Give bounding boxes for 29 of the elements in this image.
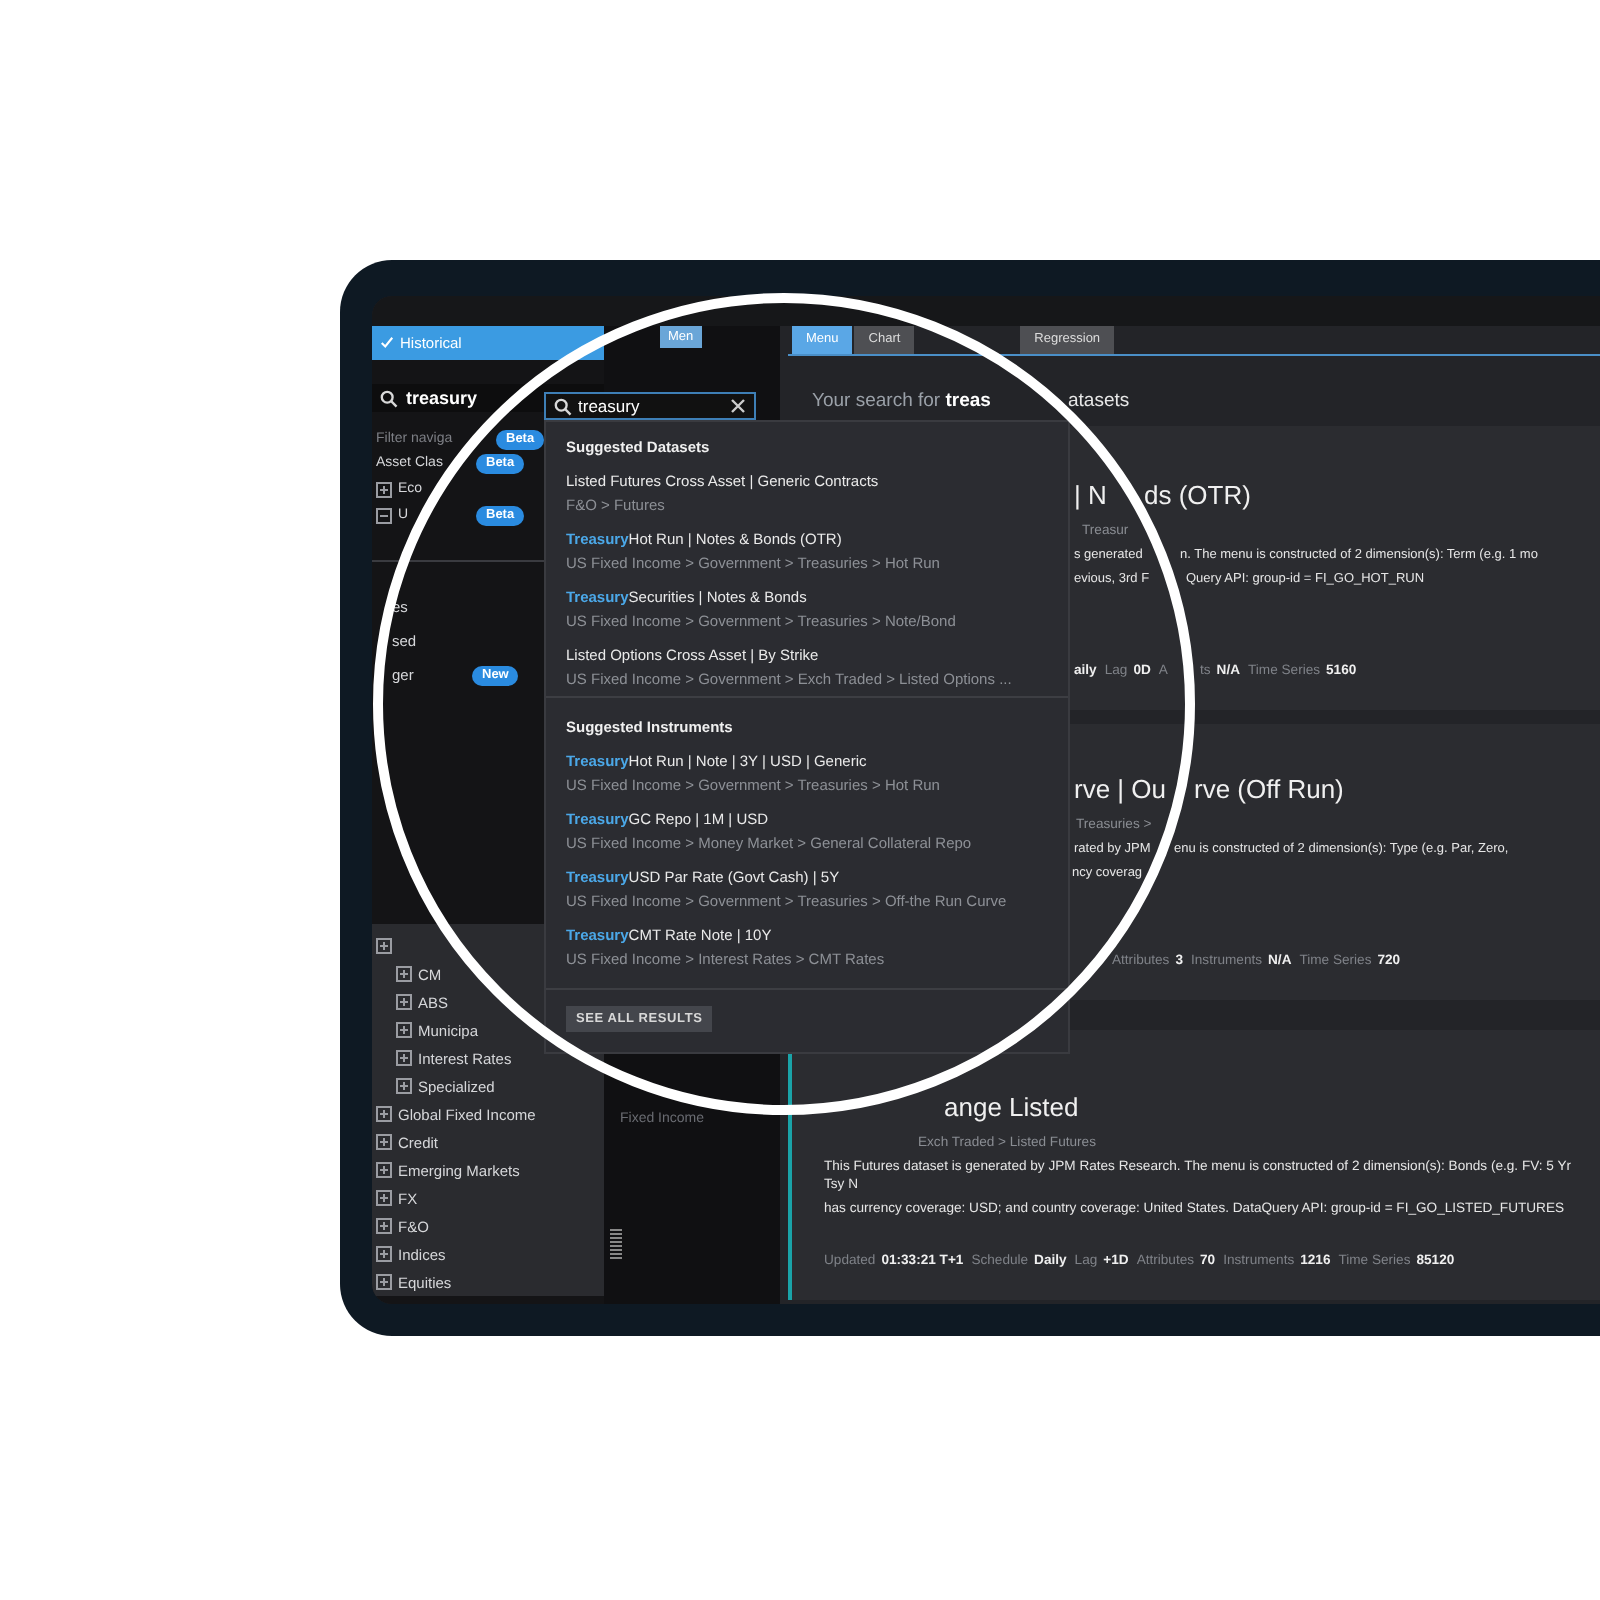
- plus-box-icon[interactable]: [376, 1190, 392, 1206]
- plus-box-icon[interactable]: [376, 1134, 392, 1150]
- plus-box-icon[interactable]: [396, 966, 412, 982]
- plus-box-icon[interactable]: [376, 1162, 392, 1178]
- plus-box-icon[interactable]: [396, 994, 412, 1010]
- dataset-title: rve | Ou: [1074, 774, 1167, 806]
- drag-handle-icon[interactable]: [610, 1228, 622, 1260]
- search-heading-fragment: atasets: [1068, 390, 1130, 414]
- plus-box-icon[interactable]: [396, 1022, 412, 1038]
- search-heading: Your search for treas: [812, 390, 991, 414]
- plus-box-icon[interactable]: [376, 481, 392, 497]
- plus-box-icon[interactable]: [396, 1078, 412, 1094]
- plus-box-icon[interactable]: [376, 1274, 392, 1290]
- dataset-title: rve (Off Run): [1194, 774, 1344, 806]
- dataset-card[interactable]: [788, 1030, 1600, 1300]
- dataset-title: | N: [1074, 480, 1107, 512]
- plus-box-icon[interactable]: [376, 1246, 392, 1262]
- dataset-title: ange Listed: [944, 1092, 1079, 1124]
- search-icon: [380, 389, 398, 407]
- dataset-title: ds (OTR): [1144, 480, 1251, 512]
- plus-box-icon[interactable]: [396, 1050, 412, 1066]
- close-icon[interactable]: [730, 398, 746, 414]
- minus-box-icon[interactable]: [376, 507, 392, 523]
- search-field[interactable]: treasury: [544, 392, 756, 420]
- plus-box-icon[interactable]: [376, 938, 392, 954]
- plus-box-icon[interactable]: [376, 1106, 392, 1122]
- check-icon: [380, 336, 394, 350]
- search-icon: [554, 397, 572, 415]
- plus-box-icon[interactable]: [376, 1218, 392, 1234]
